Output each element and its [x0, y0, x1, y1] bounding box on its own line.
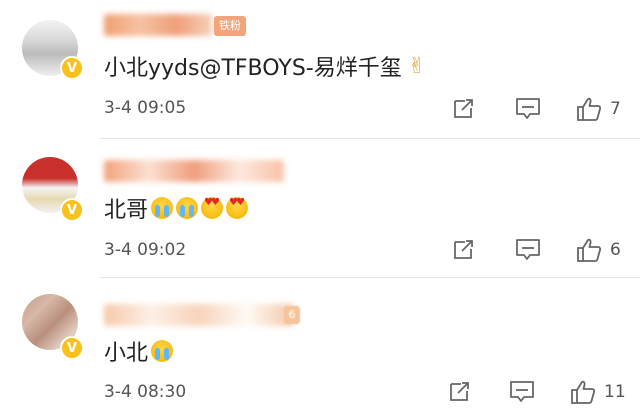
verified-badge-icon: V — [60, 198, 84, 222]
comment-icon — [516, 98, 540, 119]
fan-level-badge: 6 — [284, 306, 300, 324]
thumbs-up-icon — [577, 97, 602, 121]
crying-face-emoji — [151, 340, 174, 362]
like-count: 6 — [610, 240, 621, 260]
verified-badge-icon: V — [60, 56, 84, 80]
like-count: 7 — [610, 99, 621, 119]
like-button[interactable]: 6 — [576, 237, 621, 263]
thumbs-up-icon — [577, 238, 602, 262]
share-button[interactable] — [448, 381, 472, 403]
heart-eyes-emoji — [201, 197, 224, 219]
victory-hand-emoji: ✌ — [407, 53, 427, 79]
comment-text: 小北 — [104, 335, 174, 367]
comment-item: V 铁粉 小北yyds@TFBOYS-易烊千玺 ✌ 3-4 09:05 7 — [0, 0, 640, 138]
username-blurred[interactable] — [104, 14, 212, 36]
comment-timestamp: 3-4 09:05 — [104, 98, 187, 118]
comment-icon — [510, 381, 534, 402]
fan-badge: 铁粉 — [214, 16, 246, 36]
crying-face-emoji — [151, 197, 174, 219]
comment-icon — [516, 239, 540, 260]
comment-item: V 北哥 3-4 09:02 6 — [0, 139, 640, 276]
like-button[interactable]: 7 — [576, 96, 621, 122]
comment-button[interactable] — [515, 238, 541, 262]
comment-button[interactable] — [515, 97, 541, 121]
share-icon — [450, 382, 469, 401]
username-blurred[interactable] — [104, 160, 284, 182]
thumbs-up-icon — [571, 380, 596, 404]
comment-button[interactable] — [509, 380, 535, 404]
comment-text-content: 小北 — [104, 341, 149, 366]
comment-text-content: 小北yyds@TFBOYS-易烊千玺 — [104, 56, 402, 81]
comment-text: 小北yyds@TFBOYS-易烊千玺 ✌ — [104, 50, 426, 82]
share-button[interactable] — [452, 98, 476, 120]
comment-timestamp: 3-4 09:02 — [104, 240, 187, 260]
comment-text: 北哥 — [104, 192, 249, 224]
comment-text-content: 北哥 — [104, 198, 149, 223]
share-icon — [454, 99, 473, 118]
share-button[interactable] — [452, 239, 476, 261]
share-icon — [454, 240, 473, 259]
crying-face-emoji — [176, 197, 199, 219]
verified-badge-icon: V — [60, 336, 84, 360]
username-blurred[interactable] — [104, 304, 294, 326]
heart-eyes-emoji — [226, 197, 249, 219]
comment-timestamp: 3-4 08:30 — [104, 382, 187, 402]
like-count: 11 — [604, 382, 626, 402]
comment-item: V 6 小北 3-4 08:30 11 — [0, 277, 640, 417]
like-button[interactable]: 11 — [570, 379, 626, 405]
